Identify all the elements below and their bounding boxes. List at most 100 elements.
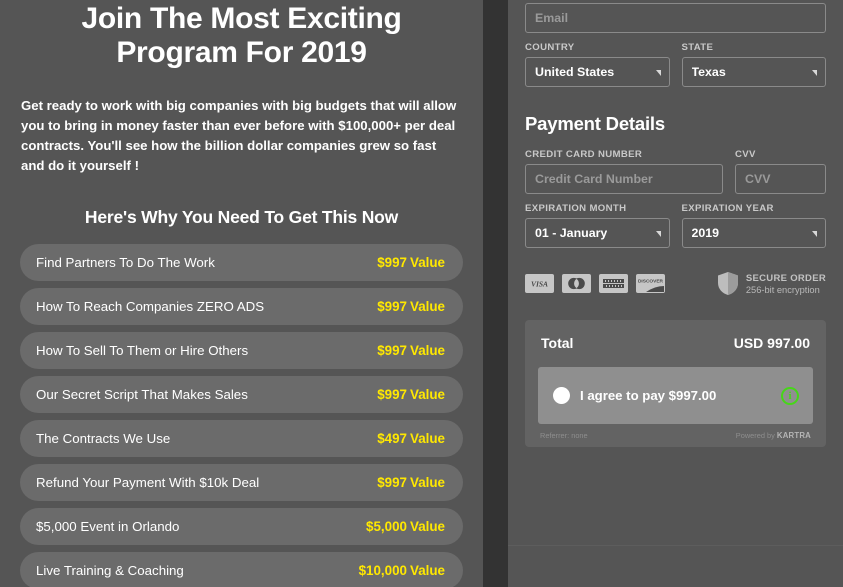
- exp-year-value: 2019: [691, 226, 720, 240]
- benefit-label: $5,000 Event in Orlando: [36, 519, 180, 535]
- chevron-down-icon: [812, 70, 817, 76]
- section-divider-line: [508, 545, 843, 546]
- benefit-value-word: Value: [410, 387, 445, 403]
- exp-month-group: EXPIRATION MONTH 01 - January: [525, 203, 670, 248]
- visa-icon: VISA: [525, 274, 554, 293]
- page-title: Join The Most Exciting Program For 2019: [81, 2, 402, 69]
- benefit-amount: $997: [377, 255, 407, 271]
- benefit-value: $997 Value: [377, 299, 445, 314]
- benefit-amount: $997: [377, 387, 407, 403]
- agree-radio-button[interactable]: [553, 387, 570, 404]
- mastercard-icon: [562, 274, 591, 293]
- offer-panel: Join The Most Exciting Program For 2019 …: [0, 0, 483, 587]
- offer-description: Get ready to work with big companies wit…: [21, 98, 457, 174]
- state-select[interactable]: Texas: [681, 57, 826, 87]
- checkout-page: Join The Most Exciting Program For 2019 …: [0, 0, 843, 587]
- exp-year-group: EXPIRATION YEAR 2019: [681, 203, 826, 248]
- secure-order-subtitle: 256-bit encryption: [745, 284, 820, 295]
- total-label: Total: [541, 335, 574, 351]
- exp-year-label: EXPIRATION YEAR: [681, 203, 774, 214]
- benefit-value-word: Value: [410, 343, 445, 359]
- cvv-label: CVV: [735, 149, 756, 160]
- secure-order-title: SECURE ORDER: [745, 272, 826, 284]
- amex-icon: [599, 274, 628, 293]
- benefit-value: $997 Value: [377, 343, 445, 358]
- list-item: Refund Your Payment With $10k Deal $997 V…: [20, 464, 463, 502]
- kartra-brand: KARTRA: [776, 431, 811, 440]
- chevron-down-icon: [812, 231, 817, 237]
- email-field[interactable]: [525, 3, 826, 33]
- benefit-amount: $997: [377, 475, 407, 491]
- powered-by-prefix: Powered by: [735, 431, 777, 440]
- checkout-form-panel: COUNTRY United States STATE Texas Paymen…: [508, 0, 843, 587]
- country-select-value: United States: [535, 65, 615, 79]
- total-card-footer: Referrer: none Powered by KARTRA: [538, 431, 813, 442]
- exp-month-label: EXPIRATION MONTH: [525, 203, 627, 214]
- benefit-value-word: Value: [410, 255, 445, 271]
- accepted-cards: VISA DISCOVER: [525, 274, 665, 293]
- cvv-field[interactable]: [735, 164, 826, 194]
- list-item: How To Reach Companies ZERO ADS $997 Valu…: [20, 288, 463, 326]
- card-number-label: CREDIT CARD NUMBER: [525, 149, 643, 160]
- secure-order-text: SECURE ORDER 256-bit encryption: [746, 273, 826, 295]
- list-item: Live Training & Coaching $10,000 Value: [20, 552, 463, 587]
- cvv-group: CVV: [735, 149, 826, 194]
- state-group: STATE Texas: [681, 42, 826, 87]
- discover-icon: DISCOVER: [636, 274, 665, 293]
- agree-to-pay-row[interactable]: I agree to pay $997.00 i: [538, 367, 813, 424]
- benefit-value: $497 Value: [377, 431, 445, 446]
- shield-icon: [717, 272, 738, 295]
- benefit-label: The Contracts We Use: [36, 431, 171, 447]
- benefit-amount: $5,000: [366, 519, 407, 535]
- benefits-list: Find Partners To Do The Work $997 Value H…: [20, 244, 463, 587]
- exp-month-value: 01 - January: [535, 226, 608, 240]
- powered-by-text: Powered by KARTRA: [736, 431, 811, 440]
- list-item: The Contracts We Use $497 Value: [20, 420, 463, 458]
- chevron-down-icon: [655, 231, 661, 237]
- expiration-row: EXPIRATION MONTH 01 - January EXPIRATION…: [525, 203, 826, 248]
- benefit-label: How To Sell To Them or Hire Others: [36, 343, 249, 359]
- country-state-row: COUNTRY United States STATE Texas: [525, 42, 826, 87]
- exp-month-select[interactable]: 01 - January: [525, 218, 670, 248]
- exp-year-select[interactable]: 2019: [681, 218, 826, 248]
- benefit-value: $997 Value: [377, 255, 445, 270]
- secure-order-badge: SECURE ORDER 256-bit encryption: [717, 271, 826, 296]
- info-icon[interactable]: i: [781, 386, 799, 405]
- benefit-value: $997 Value: [377, 475, 445, 490]
- benefit-label: How To Reach Companies ZERO ADS: [36, 299, 265, 315]
- benefit-label: Refund Your Payment With $10k Deal: [36, 475, 260, 491]
- list-item: Our Secret Script That Makes Sales $997 V…: [20, 376, 463, 414]
- agree-left-group: I agree to pay $997.00: [553, 387, 716, 404]
- benefit-amount: $10,000: [358, 563, 407, 579]
- benefit-amount: $997: [377, 343, 407, 359]
- country-select[interactable]: United States: [525, 57, 670, 87]
- benefit-value: $997 Value: [377, 387, 445, 402]
- benefit-label: Our Secret Script That Makes Sales: [36, 387, 248, 403]
- chevron-down-icon: [655, 70, 661, 76]
- country-label: COUNTRY: [525, 42, 575, 53]
- benefit-value-word: Value: [410, 475, 445, 491]
- benefit-label: Live Training & Coaching: [36, 563, 184, 579]
- card-number-field[interactable]: [525, 164, 723, 194]
- benefit-value-word: Value: [410, 299, 445, 315]
- benefit-value: $10,000 Value: [359, 563, 445, 578]
- svg-text:DISCOVER: DISCOVER: [638, 279, 664, 285]
- country-group: COUNTRY United States: [525, 42, 670, 87]
- trust-badges-row: VISA DISCOVER SECURE ORDER 256-bit encry…: [525, 271, 826, 296]
- benefit-value-word: Value: [410, 431, 445, 447]
- total-amount: USD 997.00: [733, 335, 810, 351]
- svg-text:VISA: VISA: [531, 280, 548, 289]
- total-card: Total USD 997.00 I agree to pay $997.00 …: [525, 320, 826, 447]
- list-item: Find Partners To Do The Work $997 Value: [20, 244, 463, 282]
- benefit-value-word: Value: [410, 519, 445, 535]
- referrer-text: Referrer: none: [540, 431, 588, 440]
- card-cvv-row: CREDIT CARD NUMBER CVV: [525, 149, 826, 194]
- benefit-amount: $497: [377, 431, 407, 447]
- benefit-label: Find Partners To Do The Work: [36, 255, 215, 271]
- state-select-value: Texas: [691, 65, 726, 79]
- list-item: $5,000 Event in Orlando $5,000 Value: [20, 508, 463, 546]
- panel-divider: [483, 0, 508, 587]
- state-label: STATE: [681, 42, 714, 53]
- benefit-value-word: Value: [410, 563, 445, 579]
- total-row: Total USD 997.00: [538, 333, 813, 351]
